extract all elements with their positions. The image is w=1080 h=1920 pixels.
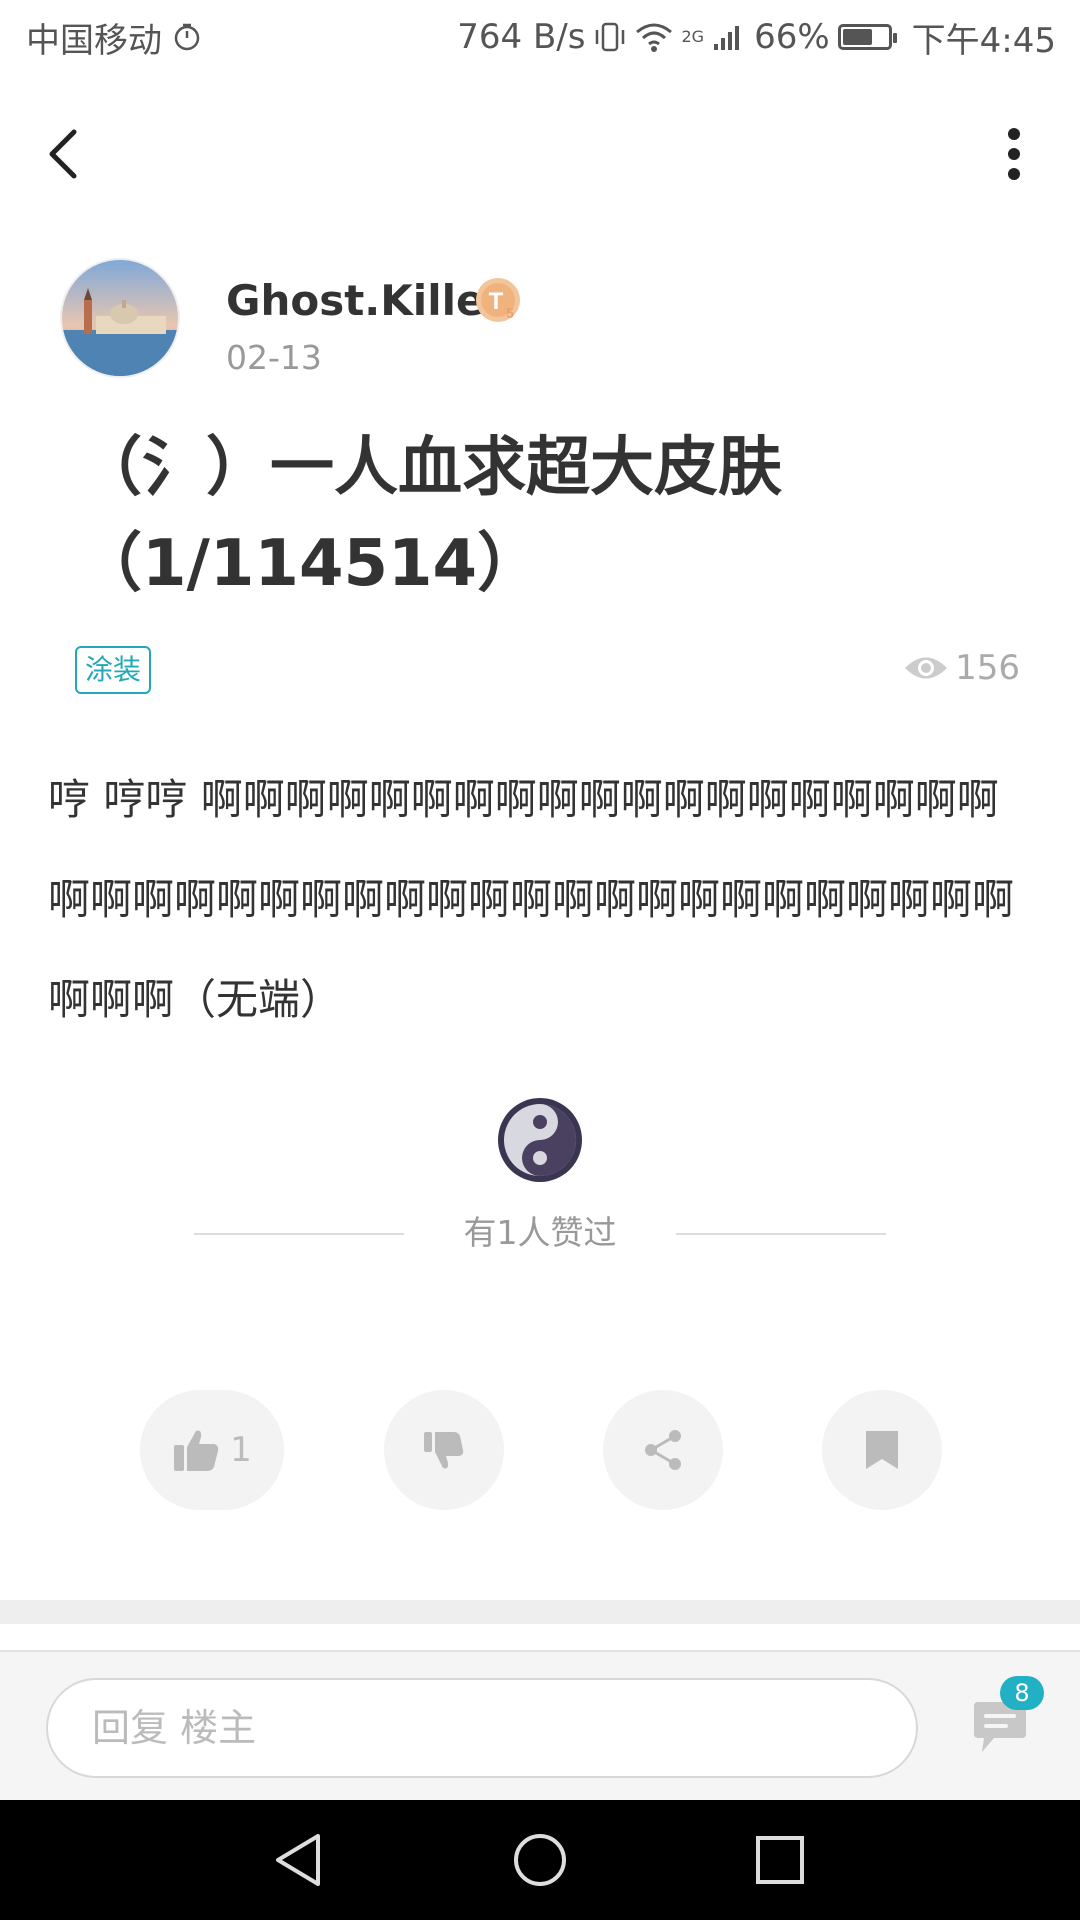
post-actions: 1 <box>0 1390 1080 1510</box>
back-arrow-icon[interactable] <box>36 124 96 184</box>
level-badge-icon: T 5 <box>476 278 520 322</box>
nav-back-icon[interactable] <box>270 1830 330 1890</box>
like-count: 1 <box>230 1430 252 1470</box>
bookmark-icon <box>866 1431 898 1469</box>
divider-right <box>676 1233 886 1235</box>
nav-recents-icon[interactable] <box>750 1830 810 1890</box>
vibrate-icon <box>596 22 625 52</box>
carrier-label: 中国移动 <box>26 20 162 61</box>
svg-text:5: 5 <box>506 305 514 321</box>
section-divider <box>0 1600 1080 1624</box>
svg-text:T: T <box>489 288 504 315</box>
wifi-icon <box>636 23 673 52</box>
post-tag[interactable]: 涂装 <box>75 646 152 694</box>
author-name[interactable]: Ghost.Killer <box>226 276 505 325</box>
post-title: （氵）一人血求超大皮肤（1/114514） <box>78 431 782 601</box>
post-author: Ghost.Killer T 5 02-13 <box>60 258 1020 378</box>
reply-input[interactable]: 回复 楼主 <box>46 1678 918 1778</box>
clock: 下午4:45 <box>911 20 1056 61</box>
dislike-button[interactable] <box>384 1390 504 1510</box>
eye-icon <box>905 657 948 679</box>
system-nav-bar <box>0 1800 1080 1920</box>
author-avatar[interactable] <box>60 258 180 378</box>
post-date: 02-13 <box>226 338 322 377</box>
share-button[interactable] <box>603 1390 723 1510</box>
more-vertical-icon[interactable] <box>984 124 1044 184</box>
liker-avatar[interactable] <box>498 1098 582 1182</box>
bookmark-button[interactable] <box>822 1390 942 1510</box>
battery-icon <box>837 24 897 50</box>
share-icon <box>645 1430 681 1470</box>
app-bar <box>0 110 1080 200</box>
signal-icon <box>714 26 740 50</box>
view-count-value: 156 <box>955 648 1020 688</box>
network-speed: 764 B/s <box>457 17 586 57</box>
thumbs-down-icon <box>424 1432 464 1469</box>
signal-type-label: 2G <box>681 26 705 46</box>
like-button[interactable]: 1 <box>140 1390 284 1510</box>
thumbs-up-icon <box>174 1430 219 1471</box>
comment-count-badge: 8 <box>1000 1676 1044 1710</box>
post-body: 哼 哼哼 啊啊啊啊啊啊啊啊啊啊啊啊啊啊啊啊啊啊啊啊啊啊啊啊啊啊啊啊啊啊啊啊啊啊啊… <box>48 775 1015 1024</box>
battery-percent: 66% <box>754 17 830 57</box>
status-bar: 中国移动 764 B/s 2G 66% 下午4:45 <box>0 0 1080 74</box>
alarm-icon <box>174 23 200 51</box>
liked-by-row: 有1人赞过 <box>194 1208 886 1258</box>
reply-bar: 回复 楼主 8 <box>0 1650 1080 1800</box>
nav-home-icon[interactable] <box>510 1830 570 1890</box>
view-count: 156 <box>903 648 1020 688</box>
